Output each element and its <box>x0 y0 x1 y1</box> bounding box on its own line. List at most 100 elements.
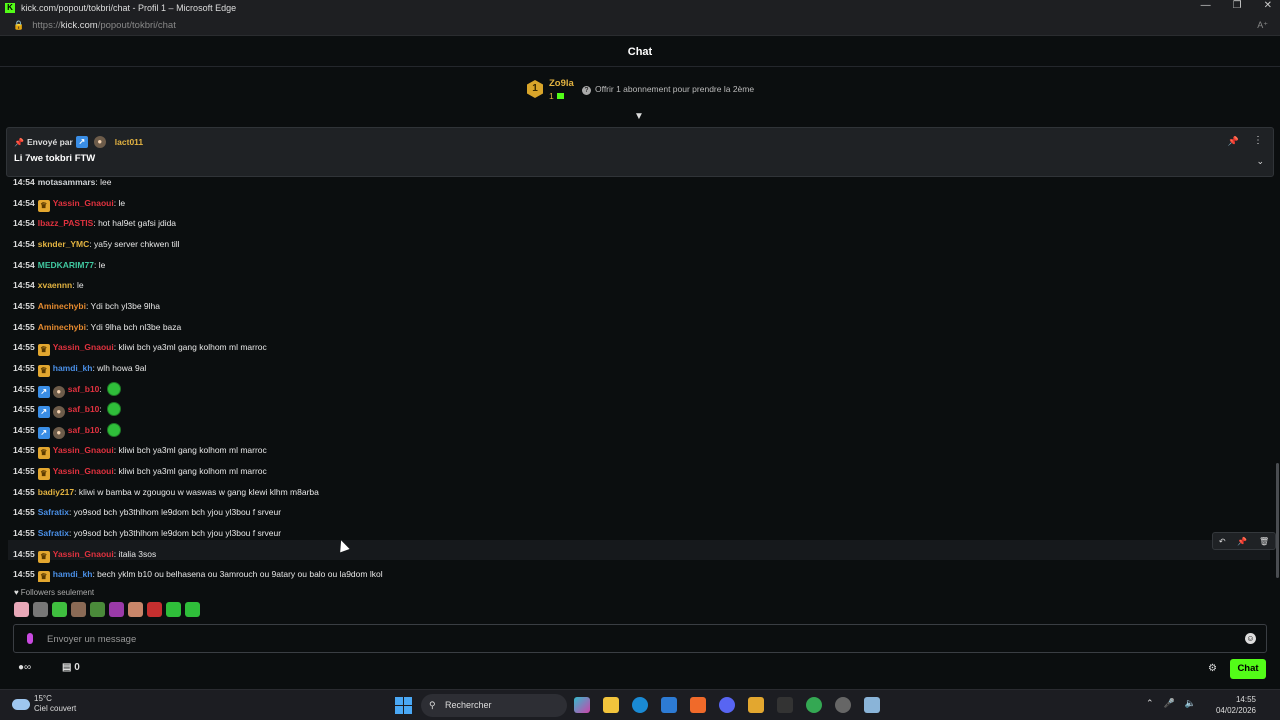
emote-5-icon[interactable] <box>90 602 105 617</box>
read-aloud-icon[interactable]: A⁺ <box>1257 20 1268 31</box>
message-username[interactable]: saf_b10 <box>68 425 100 435</box>
chat-message-row[interactable]: 14:54 lbazz_PASTIS: hot hal9et gafsi jdid… <box>13 214 176 232</box>
chat-message-list[interactable]: 14:54 motasammars: lee 14:54 ♛ Yassin_Gnaoui… <box>0 177 1280 582</box>
store-button[interactable]: ▤ 0 <box>62 662 80 673</box>
message-timestamp: 14:54 <box>13 197 35 208</box>
reply-icon[interactable]: ↶ <box>1219 537 1226 546</box>
chat-message-row[interactable]: 14:55 Aminechybi: Ydi 9lha bch nl3be baza <box>13 318 181 336</box>
chat-message-row[interactable]: 14:55 ♛ Yassin_Gnaoui: kliwi bch ya3ml gan… <box>13 462 267 481</box>
message-username[interactable]: saf_b10 <box>68 404 100 414</box>
chat-message-row[interactable]: 14:55 ♛ Yassin_Gnaoui: italia 3sos <box>13 545 156 563</box>
message-timestamp: 14:55 <box>13 321 35 332</box>
chat-message-row[interactable]: 14:55 Aminechybi: Ydi bch yl3be 9lha <box>13 297 160 315</box>
more-options-icon[interactable]: ⋮ <box>1253 135 1263 146</box>
chat-message-row[interactable]: 14:55 Safratix: yo9sod bch yb3thlhom le9d… <box>13 503 281 521</box>
message-username[interactable]: lbazz_PASTIS <box>38 218 94 228</box>
pinned-sender: 📌 Envoyé par ↗ ● lact011 <box>14 136 143 148</box>
taskbar-clock[interactable]: 14:55 04/02/2026 <box>1216 694 1256 716</box>
emote-7-icon[interactable] <box>128 602 143 617</box>
tray-chevron-icon[interactable]: ⌃ <box>1146 698 1154 709</box>
expand-chevron-icon[interactable]: ⌄ <box>1256 156 1264 167</box>
message-username[interactable]: xvaennn <box>38 280 73 290</box>
minimize-button[interactable]: — <box>1201 0 1211 11</box>
emote-2-icon[interactable] <box>33 602 48 617</box>
message-actions: ↶ 📌 🗑 <box>1212 532 1276 550</box>
chat-message-row[interactable]: 14:54 MEDKARIM77: le <box>13 256 105 274</box>
message-username[interactable]: hamdi_kh <box>53 569 93 579</box>
chat-message-row[interactable]: 14:55 Safratix: yo9sod bch yb3thlhom le9d… <box>13 524 281 542</box>
chat-message-row[interactable]: 14:54 motasammars: lee <box>13 177 111 191</box>
chat-message-row[interactable]: 14:54 xvaennn: le <box>13 276 84 294</box>
app-a-icon[interactable] <box>690 697 706 713</box>
edge-browser-icon[interactable] <box>632 697 648 713</box>
chat-message-row[interactable]: 14:55 ↗ ● saf_b10: <box>13 421 122 439</box>
microsoft-store-icon[interactable] <box>661 697 677 713</box>
message-username[interactable]: Yassin_Gnaoui <box>53 549 114 559</box>
leaderboard-username[interactable]: Zo9la <box>549 78 574 89</box>
settings-gear-icon[interactable]: ⚙ <box>1208 663 1217 674</box>
message-username[interactable]: MEDKARIM77 <box>38 260 94 270</box>
message-username[interactable]: Yassin_Gnaoui <box>53 445 114 455</box>
chat-message-row[interactable]: 14:54 ♛ Yassin_Gnaoui: le <box>13 194 125 212</box>
address-bar[interactable]: 🔒 https://kick.com/popout/tokbri/chat A⁺ <box>0 16 1280 36</box>
message-username[interactable]: Aminechybi <box>38 301 86 311</box>
message-username[interactable]: badiy217 <box>38 487 74 497</box>
message-text: le <box>76 280 84 291</box>
restore-button[interactable]: ❐ <box>1233 0 1242 11</box>
collapse-icon[interactable]: ▼ <box>634 111 644 122</box>
unpin-icon[interactable]: 📌 <box>1228 136 1239 147</box>
pinned-author[interactable]: lact011 <box>115 137 143 147</box>
emote-4-icon[interactable] <box>71 602 86 617</box>
file-explorer-icon[interactable] <box>603 697 619 713</box>
chat-message-row[interactable]: 14:55 ♛ hamdi_kh: wlh howa 9al <box>13 359 146 377</box>
emote-3-icon[interactable] <box>52 602 67 617</box>
game-controller-icon[interactable] <box>748 697 764 713</box>
message-username[interactable]: Safratix <box>38 528 69 538</box>
chat-message-row[interactable]: 14:55 ↗ ● saf_b10: <box>13 380 122 398</box>
message-input[interactable] <box>47 630 1227 648</box>
message-username[interactable]: motasammars <box>38 177 96 187</box>
delete-icon[interactable]: 🗑 <box>1259 537 1269 546</box>
copilot-icon[interactable] <box>574 697 590 713</box>
message-username[interactable]: hamdi_kh <box>53 363 93 373</box>
chrome-icon[interactable] <box>806 697 822 713</box>
emoji-picker-icon[interactable]: ☺ <box>1245 633 1256 644</box>
speaker-icon[interactable]: 🔈 <box>1185 698 1196 709</box>
chat-message-row[interactable]: 14:55 ↗ ● saf_b10: <box>13 400 122 419</box>
message-username[interactable]: Yassin_Gnaoui <box>53 342 114 352</box>
app-c-icon[interactable] <box>777 697 793 713</box>
chat-message-row[interactable]: 14:55 ♛ Yassin_Gnaoui: kliwi bch ya3ml gan… <box>13 338 267 357</box>
discord-icon[interactable] <box>719 697 735 713</box>
settings-app-icon[interactable] <box>864 697 880 713</box>
microphone-icon[interactable] <box>27 633 33 644</box>
message-username[interactable]: saf_b10 <box>68 384 100 394</box>
pin-message-icon[interactable]: 📌 <box>1237 537 1247 546</box>
microphone-tray-icon[interactable]: 🎤 <box>1164 698 1175 709</box>
chat-message-row[interactable]: 14:54 sknder_YMC: ya5y server chkwen till <box>13 235 180 253</box>
message-username[interactable]: Yassin_Gnaoui <box>53 198 114 208</box>
emote-1-icon[interactable] <box>14 602 29 617</box>
taskbar-search[interactable]: ⚲ Rechercher <box>421 694 567 717</box>
windows-start-icon[interactable] <box>395 697 412 714</box>
emote-10-icon[interactable] <box>185 602 200 617</box>
steam-icon[interactable] <box>835 697 851 713</box>
message-username[interactable]: Aminechybi <box>38 322 86 332</box>
chat-message-row[interactable]: 14:55 badiy217: kliwi w bamba w zgougou w… <box>13 483 319 501</box>
message-username[interactable]: Safratix <box>38 507 69 517</box>
lock-icon[interactable]: 🔒 <box>13 20 24 31</box>
message-username[interactable]: sknder_YMC <box>38 239 90 249</box>
leaderboard-count: 1 <box>549 91 564 101</box>
chat-message-row[interactable]: 14:55 ♛ hamdi_kh: bech yklm b10 ou belhase… <box>13 565 383 582</box>
gift-sub-offer[interactable]: ? Offrir 1 abonnement pour prendre la 2èm… <box>582 84 754 95</box>
message-username[interactable]: Yassin_Gnaoui <box>53 466 114 476</box>
weather-widget[interactable]: 15°C Ciel couvert <box>12 694 76 714</box>
emote-6-icon[interactable] <box>109 602 124 617</box>
emote-9-icon[interactable] <box>166 602 181 617</box>
emote-8-icon[interactable] <box>147 602 162 617</box>
chat-message-row[interactable]: 14:55 ♛ Yassin_Gnaoui: kliwi bch ya3ml gan… <box>13 441 267 460</box>
send-chat-button[interactable]: Chat <box>1230 659 1266 679</box>
points-infinity-icon[interactable]: ●∞ <box>18 662 31 673</box>
message-text: le <box>118 197 126 208</box>
close-button[interactable]: ✕ <box>1264 0 1272 11</box>
chat-scrollbar[interactable] <box>1276 463 1279 578</box>
